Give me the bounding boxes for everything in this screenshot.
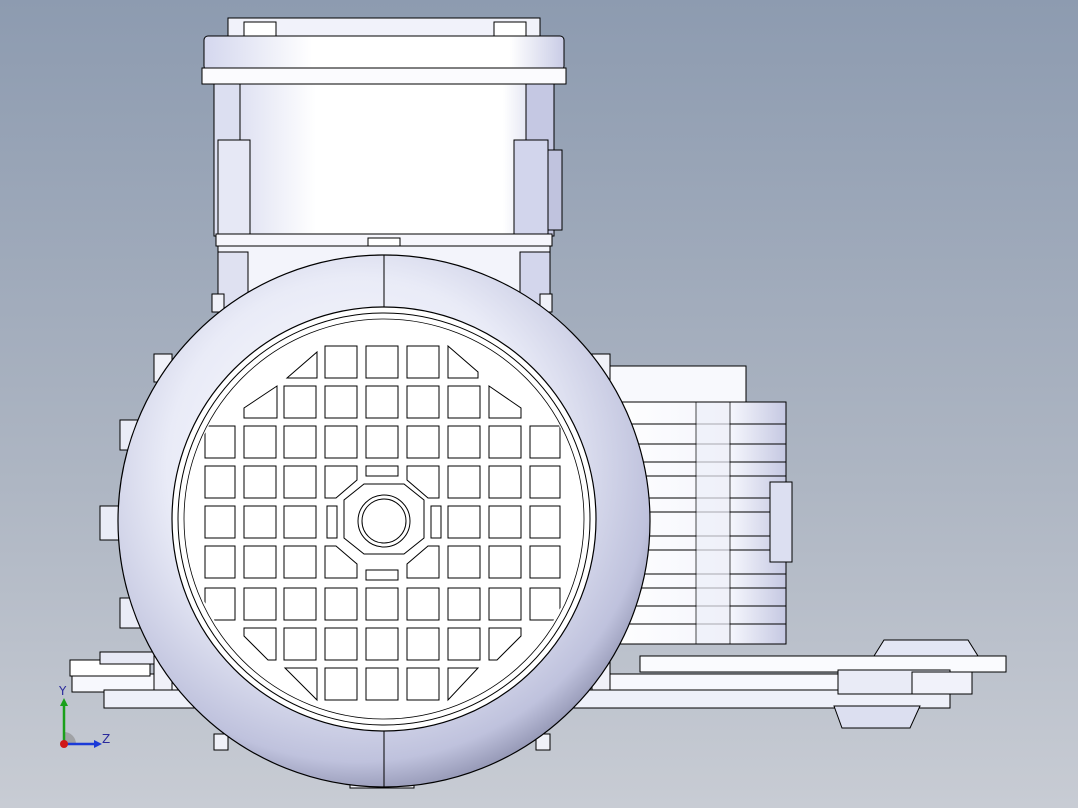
fan-hub [343, 483, 425, 555]
y-axis-label: Y [59, 684, 67, 698]
axis-triad[interactable]: Y Z [52, 684, 122, 756]
model-view[interactable] [0, 0, 1078, 808]
z-axis-label: Z [102, 732, 111, 746]
graphics-viewport[interactable]: Y Z [0, 0, 1078, 808]
